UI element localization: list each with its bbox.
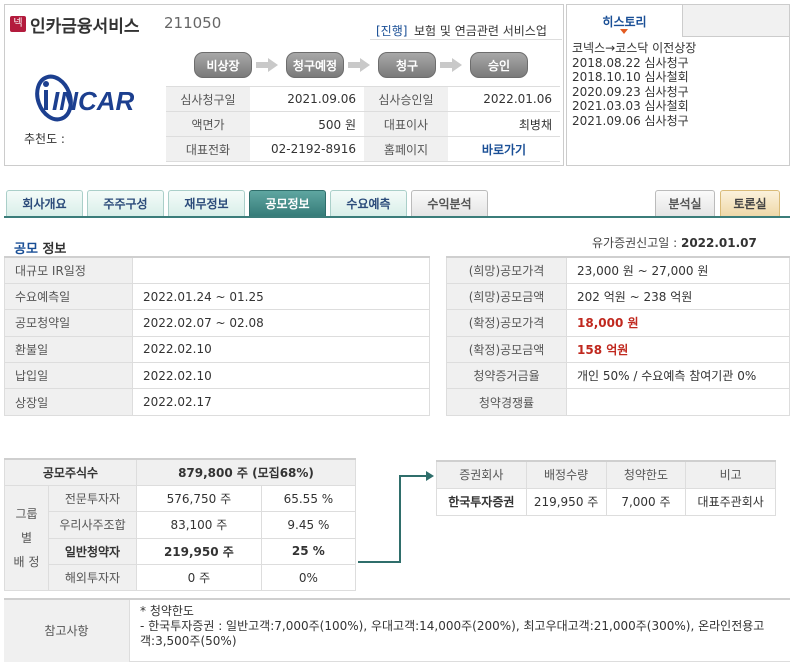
tab-demand-forecast[interactable]: 수요예측 bbox=[330, 190, 407, 216]
list-item: 2018.08.22 심사청구 bbox=[572, 55, 689, 70]
market-badge: 넥 bbox=[10, 16, 26, 32]
history-list: 코넥스→코스닥 이전상장 2018.08.22 심사청구 2018.10.10 … bbox=[572, 41, 786, 128]
table-row: (확정)공모금액 158 억원 bbox=[446, 335, 790, 364]
status-tag: [진행] bbox=[376, 24, 408, 38]
group-label: 그룹별 배 정 bbox=[4, 484, 49, 592]
table-row: 해외투자자 0 주 0% bbox=[5, 564, 357, 592]
tab-return-analysis[interactable]: 수익분석 bbox=[411, 190, 488, 216]
table-row: 대규모 IR일정 bbox=[4, 256, 430, 284]
filing-date: 유가증권신고일 : 2022.01.07 bbox=[592, 236, 757, 250]
ipo-schedule-table: 대규모 IR일정 수요예측일 2022.01.24 ~ 01.25 공모청약일 20… bbox=[4, 256, 430, 416]
svg-text:INCAR: INCAR bbox=[52, 86, 134, 116]
tab-financials[interactable]: 재무정보 bbox=[168, 190, 245, 216]
tab-discussion-room[interactable]: 토론실 bbox=[720, 190, 780, 216]
header-divider bbox=[370, 39, 562, 40]
company-name: 인카금융서비스 bbox=[30, 17, 140, 37]
company-info-table: 심사청구일 2021.09.06 심사승인일 2022.01.06 액면가 50… bbox=[166, 86, 560, 162]
history-tab-bar bbox=[683, 5, 789, 37]
table-row: 그룹별 배 정 전문투자자 576,750 주 65.55 % bbox=[4, 484, 357, 592]
company-logo: INCAR bbox=[35, 74, 134, 122]
table-row: 일반청약자 219,950 주 25 % bbox=[5, 537, 357, 566]
table-row: 심사청구일 2021.09.06 심사승인일 2022.01.06 bbox=[166, 86, 560, 112]
notes-label: 참고사항 bbox=[4, 600, 130, 662]
table-row: 청약경쟁률 bbox=[446, 388, 790, 416]
tab-ipo-info[interactable]: 공모정보 bbox=[249, 190, 326, 216]
table-row: 한국투자증권 219,950 주 7,000 주 대표주관회사 bbox=[436, 487, 776, 516]
ipo-price-table: (희망)공모가격 23,000 원 ~ 27,000 원 (희망)공모금액 202 … bbox=[446, 256, 790, 416]
allocation-table: 공모주식수 879,800 주 (모집68%) 그룹별 배 정 전문투자자 576… bbox=[4, 458, 357, 592]
table-row: 상장일 2022.02.17 bbox=[4, 388, 430, 416]
list-item: 2021.09.06 심사청구 bbox=[572, 113, 689, 128]
underwriter-table: 증권회사 배정수량 청약한도 비고 한국투자증권 219,950 주 7,000… bbox=[436, 460, 776, 516]
recommend-label: 추천도 : bbox=[24, 132, 65, 146]
step-unlisted: 비상장 bbox=[194, 52, 252, 78]
company-code: 211050 bbox=[164, 14, 222, 32]
table-row: (희망)공모가격 23,000 원 ~ 27,000 원 bbox=[446, 256, 790, 284]
industry-label: 보험 및 연금관련 서비스업 bbox=[414, 24, 547, 38]
table-row: 환불일 2022.02.10 bbox=[4, 335, 430, 364]
list-item: 2020.09.23 심사청구 bbox=[572, 84, 689, 99]
table-row: (확정)공모가격 18,000 원 bbox=[446, 309, 790, 337]
flow-arrow-icon bbox=[358, 471, 434, 563]
section-title: 공모 정보 bbox=[14, 242, 67, 257]
table-row: 액면가 500 원 대표이사 최병채 bbox=[166, 111, 560, 137]
tab-shareholders[interactable]: 주주구성 bbox=[87, 190, 164, 216]
step-arrow-icon bbox=[256, 58, 278, 72]
step-filed: 청구 bbox=[378, 52, 436, 78]
table-row: 공모주식수 879,800 주 (모집68%) bbox=[4, 458, 356, 486]
table-row: 공모청약일 2022.02.07 ~ 02.08 bbox=[4, 309, 430, 337]
table-row: 청약증거금율 개인 50% / 수요예측 참여기관 0% bbox=[446, 362, 790, 390]
table-row: 대표전화 02-2192-8916 홈페이지 바로가기 bbox=[166, 136, 560, 162]
tab-analysis-room[interactable]: 분석실 bbox=[655, 190, 715, 216]
step-arrow-icon bbox=[348, 58, 370, 72]
table-row: (희망)공모금액 202 억원 ~ 238 억원 bbox=[446, 282, 790, 311]
notes-text: * 청약한도 - 한국투자증권 : 일반고객:7,000주(100%), 우대고… bbox=[140, 604, 765, 648]
table-row: 우리사주조합 83,100 주 9.45 % bbox=[5, 511, 357, 539]
step-planned: 청구예정 bbox=[286, 52, 344, 78]
homepage-link[interactable]: 바로가기 bbox=[448, 136, 560, 162]
tab-company-overview[interactable]: 회사개요 bbox=[6, 190, 83, 216]
caret-down-icon bbox=[620, 29, 628, 34]
list-item: 코넥스→코스닥 이전상장 bbox=[572, 41, 697, 55]
list-item: 2021.03.03 심사철회 bbox=[572, 99, 689, 113]
table-row: 납입일 2022.02.10 bbox=[4, 362, 430, 390]
list-item: 2018.10.10 심사철회 bbox=[572, 70, 689, 84]
step-approved: 승인 bbox=[470, 52, 528, 78]
tab-underline bbox=[4, 216, 790, 218]
table-row: 증권회사 배정수량 청약한도 비고 bbox=[436, 460, 776, 489]
step-arrow-icon bbox=[440, 58, 462, 72]
table-row: 수요예측일 2022.01.24 ~ 01.25 bbox=[4, 282, 430, 311]
